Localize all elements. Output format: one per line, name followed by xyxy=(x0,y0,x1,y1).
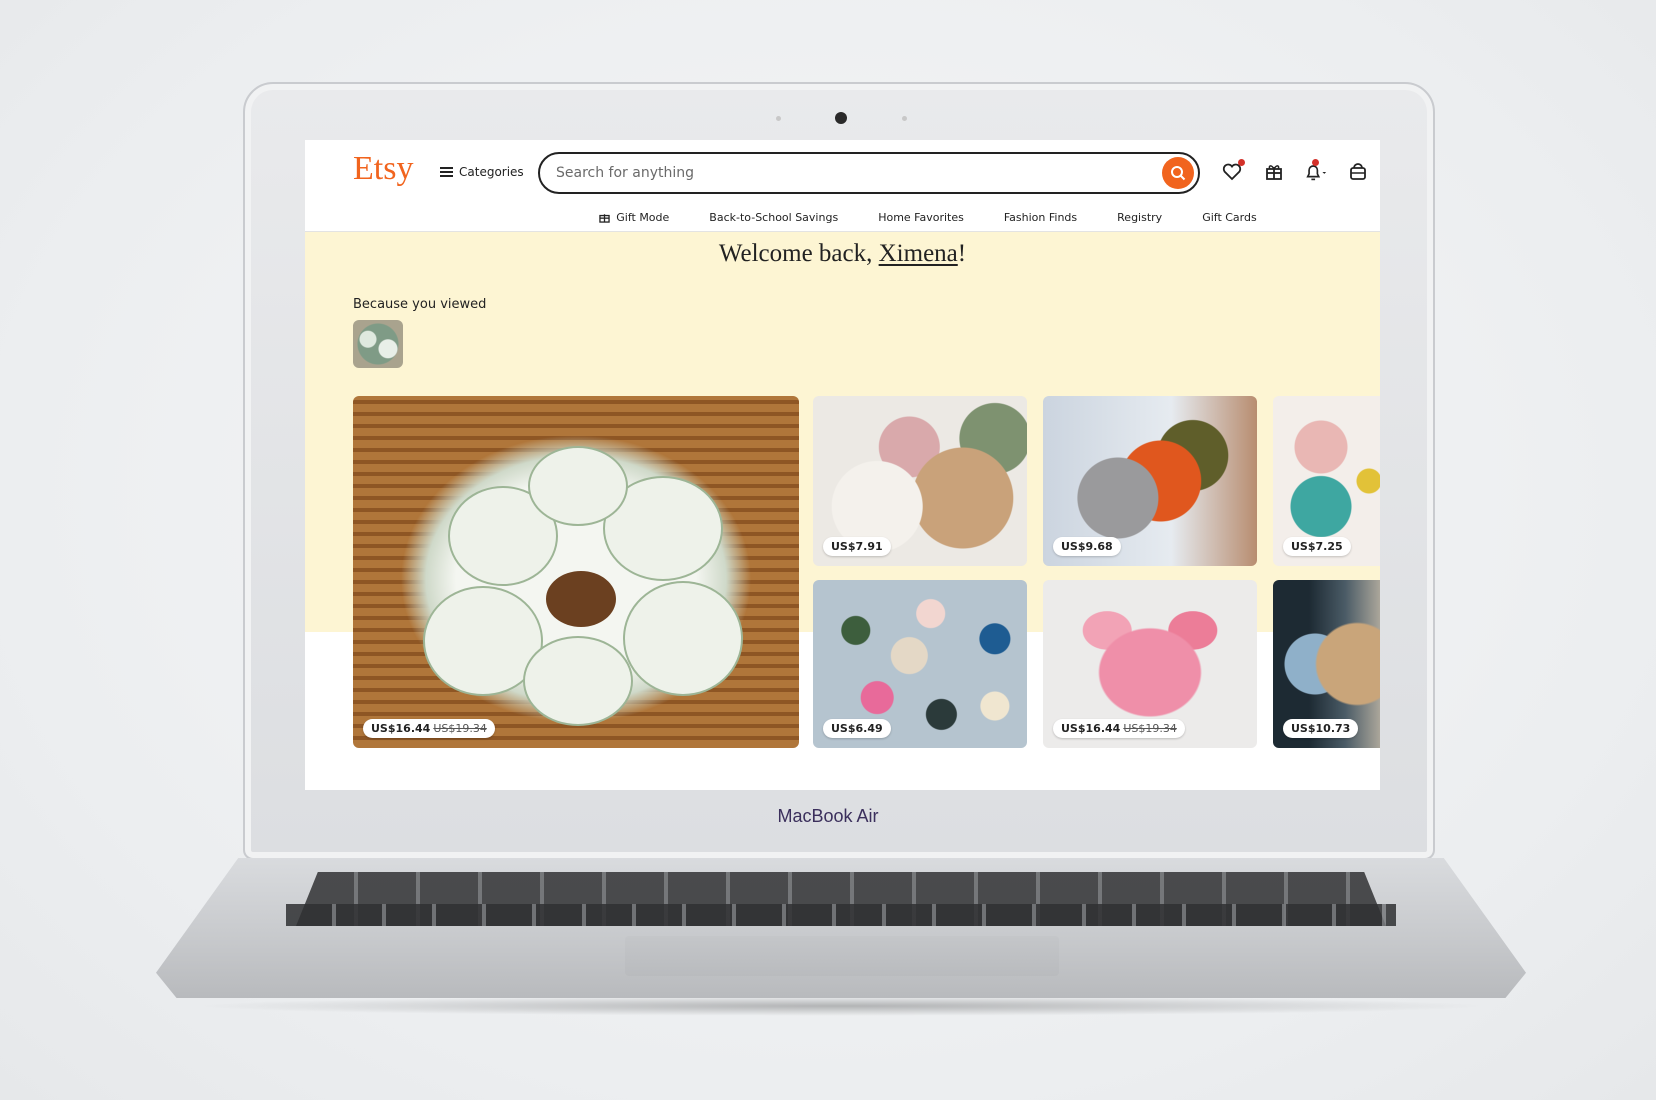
price-tag: US$7.25 xyxy=(1283,537,1351,556)
viewed-item-thumbnail[interactable] xyxy=(353,320,403,368)
price-tag: US$9.68 xyxy=(1053,537,1121,556)
welcome-suffix: ! xyxy=(957,240,967,267)
heart-icon xyxy=(1222,163,1242,181)
categories-button[interactable]: Categories xyxy=(440,165,524,179)
hamburger-icon xyxy=(440,167,453,177)
search-bar xyxy=(538,152,1200,194)
welcome-heading: Welcome back, Ximena! xyxy=(305,240,1380,268)
favorites-button[interactable] xyxy=(1220,159,1245,184)
search-button[interactable] xyxy=(1162,157,1194,189)
listing-card[interactable]: US$9.68 xyxy=(1043,396,1257,566)
notification-badge xyxy=(1238,159,1245,166)
listing-card[interactable]: US$7.91 xyxy=(813,396,1027,566)
search-icon xyxy=(1171,166,1186,181)
etsy-logo[interactable]: Etsy xyxy=(353,150,413,188)
price-tag: US$7.91 xyxy=(823,537,891,556)
nav-home-favorites[interactable]: Home Favorites xyxy=(878,204,964,230)
site-header: Etsy Categories Search for anything Gift… xyxy=(305,140,1380,232)
notifications-button[interactable] xyxy=(1304,159,1328,184)
gift-icon xyxy=(599,213,610,223)
nav-back-to-school[interactable]: Back-to-School Savings xyxy=(709,204,838,230)
product-image-detail xyxy=(528,446,628,526)
notification-badge xyxy=(1312,159,1319,166)
listing-card[interactable]: US$16.44 US$19.34 xyxy=(1043,580,1257,748)
sub-navigation: Gift Mode Back-to-School Savings Home Fa… xyxy=(305,204,1380,230)
original-price: US$19.34 xyxy=(1123,722,1177,735)
price: US$7.25 xyxy=(1291,540,1343,553)
price-tag: US$16.44 US$19.34 xyxy=(363,719,495,738)
nav-fashion-finds[interactable]: Fashion Finds xyxy=(1004,204,1077,230)
price-tag: US$6.49 xyxy=(823,719,891,738)
categories-label: Categories xyxy=(459,165,524,179)
gift-icon xyxy=(1266,165,1282,180)
listing-card[interactable]: US$10.73 xyxy=(1273,580,1380,748)
sensor-dot xyxy=(902,116,907,121)
browser-screen: Etsy Categories Search for anything Gift… xyxy=(305,140,1380,790)
webcam xyxy=(835,112,847,124)
sale-price: US$16.44 xyxy=(371,722,431,735)
sale-price: US$16.44 xyxy=(1061,722,1121,735)
listing-card[interactable]: US$6.49 xyxy=(813,580,1027,748)
product-image-detail xyxy=(623,581,743,696)
price: US$10.73 xyxy=(1291,722,1351,735)
cart-icon xyxy=(1350,163,1366,180)
search-input[interactable] xyxy=(556,165,1116,181)
user-name-link[interactable]: Ximena xyxy=(879,240,958,267)
sensor-dot xyxy=(776,116,781,121)
trackpad xyxy=(625,936,1059,976)
listing-card[interactable]: US$7.25 xyxy=(1273,396,1380,566)
cart-button[interactable] xyxy=(1346,160,1370,184)
because-you-viewed-label: Because you viewed xyxy=(353,297,487,312)
price-tag: US$16.44 US$19.34 xyxy=(1053,719,1185,738)
price: US$9.68 xyxy=(1061,540,1113,553)
nav-label: Gift Mode xyxy=(616,210,670,224)
nav-gift-cards[interactable]: Gift Cards xyxy=(1202,204,1257,230)
laptop-shadow xyxy=(190,996,1490,1016)
product-image-detail xyxy=(523,636,633,726)
listing-card[interactable]: US$16.44 US$19.34 xyxy=(353,396,799,748)
gift-button[interactable] xyxy=(1262,160,1286,184)
welcome-prefix: Welcome back, xyxy=(718,240,879,267)
price-tag: US$10.73 xyxy=(1283,719,1359,738)
nav-registry[interactable]: Registry xyxy=(1117,204,1162,230)
device-label: MacBook Air xyxy=(777,806,879,826)
nav-gift-mode[interactable]: Gift Mode xyxy=(598,204,669,230)
product-image-detail xyxy=(546,571,616,627)
price: US$7.91 xyxy=(831,540,883,553)
header-icons xyxy=(1220,159,1370,184)
keyboard-row xyxy=(286,904,1396,926)
original-price: US$19.34 xyxy=(433,722,487,735)
price: US$6.49 xyxy=(831,722,883,735)
